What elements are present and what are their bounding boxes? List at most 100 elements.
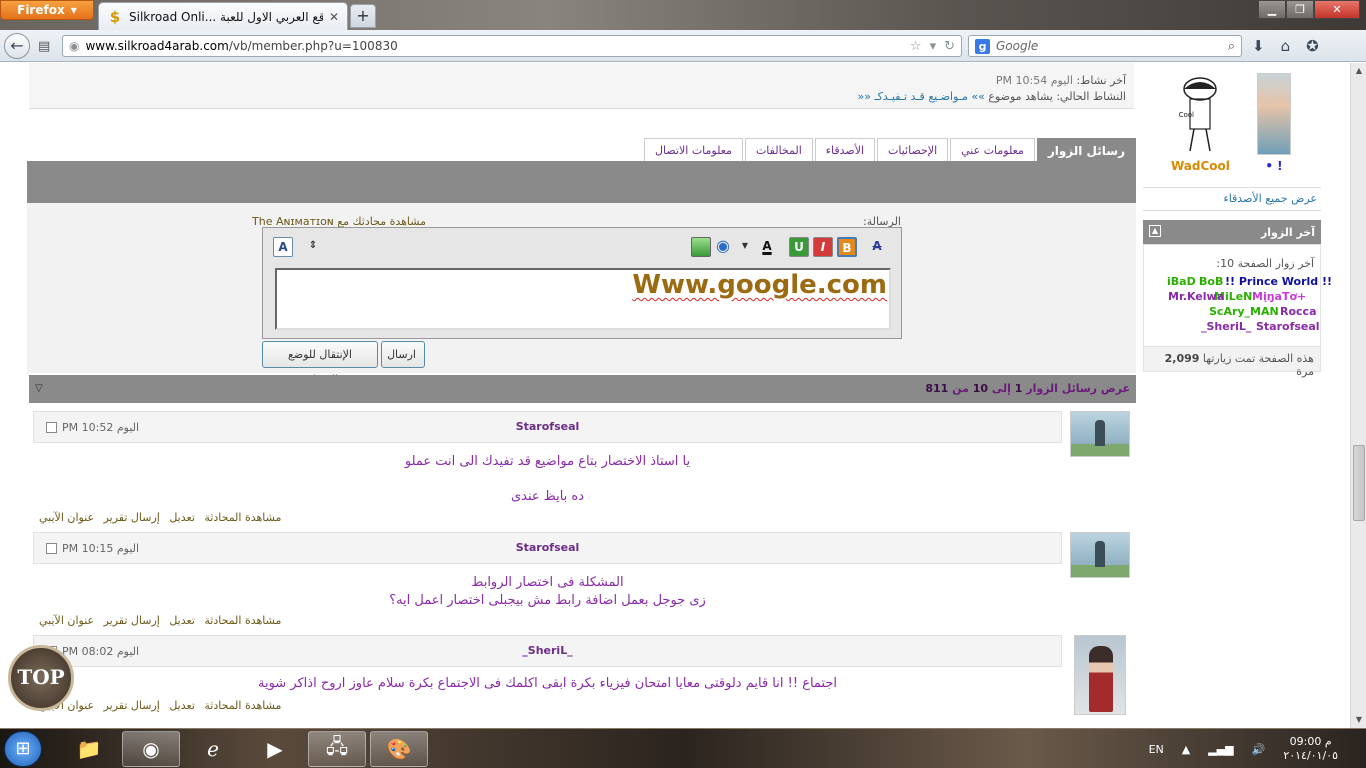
minimize-icon[interactable]: ▁: [1258, 0, 1286, 19]
reload-icon[interactable]: ↻: [944, 39, 955, 54]
edit-action[interactable]: تعديل: [169, 614, 195, 627]
message-textarea[interactable]: Www.google.com: [275, 268, 891, 330]
advanced-mode-button[interactable]: الإنتقال للوضع المتطور: [262, 341, 378, 386]
friends-box: Cool WadCool ! •: [1143, 63, 1321, 185]
ip-address-action[interactable]: عنوان الآيبي: [39, 614, 94, 627]
friend-name[interactable]: WadCool: [1171, 159, 1230, 173]
firefox-task-icon[interactable]: ◉: [122, 731, 180, 767]
view-all-friends-link[interactable]: عرض جميع الأصدقاء: [1143, 187, 1321, 211]
insert-link-globe-icon[interactable]: ◉: [713, 237, 733, 257]
page-visit-count: هذه الصفحة تمت زيارتها 2,099 مرة: [1143, 346, 1321, 378]
language-indicator[interactable]: EN: [1149, 743, 1164, 756]
send-button[interactable]: ارسال: [381, 341, 425, 368]
svg-text:Cool: Cool: [1179, 111, 1194, 119]
close-tab-icon[interactable]: ✕: [329, 10, 339, 24]
avatar[interactable]: [1070, 411, 1130, 457]
current-activity-link[interactable]: »» مـواضـيع قـد تـفيـدكـ ««: [857, 90, 984, 103]
message-line: ده بايظ عندى: [510, 489, 585, 504]
friend-avatar[interactable]: [1257, 73, 1291, 155]
downloads-icon[interactable]: ⬇: [1252, 37, 1265, 55]
network-signal-icon[interactable]: ▂▄▆: [1208, 743, 1233, 756]
visitor-link[interactable]: !! Prince World !!: [1225, 275, 1332, 288]
friend-item[interactable]: ! •: [1257, 73, 1291, 173]
font-color-icon[interactable]: A: [757, 237, 777, 257]
bookmarks-menu-icon[interactable]: ✪: [1306, 37, 1319, 55]
friend-item[interactable]: Cool WadCool: [1171, 73, 1230, 173]
visitor-link[interactable]: ScAry_MAN: [1209, 305, 1279, 318]
friend-avatar[interactable]: Cool: [1176, 73, 1225, 155]
tab-statistics[interactable]: الإحصائيات: [877, 138, 949, 162]
message-body: المشكلة فى اختصار الروابط زى جوجل بعمل ا…: [33, 574, 1062, 610]
scrollbar-thumb[interactable]: [1353, 445, 1365, 521]
report-action[interactable]: إرسال تقرير: [104, 511, 160, 524]
firefox-menu-button[interactable]: Firefox ▼: [0, 0, 94, 20]
visitor-link[interactable]: BoB: [1199, 275, 1223, 288]
avatar[interactable]: [1070, 532, 1130, 578]
search-bar[interactable]: g Google ⌕: [968, 35, 1242, 57]
tab-contact-info[interactable]: معلومات الاتصال: [644, 138, 743, 162]
edit-action[interactable]: تعديل: [169, 699, 195, 712]
message-author[interactable]: Starofseal: [34, 541, 1061, 554]
maximize-icon[interactable]: ❐: [1286, 0, 1314, 19]
friend-name[interactable]: ! •: [1257, 159, 1291, 173]
bookmarks-toggle-icon[interactable]: ▤: [38, 39, 50, 54]
color-dropdown-icon[interactable]: ▼: [735, 237, 755, 257]
ie-task-icon[interactable]: ℯ: [184, 731, 242, 767]
select-checkbox[interactable]: [46, 543, 57, 554]
visitor-link[interactable]: Starofseal: [1256, 320, 1320, 333]
home-icon[interactable]: ⌂: [1281, 37, 1291, 55]
bookmark-star-icon[interactable]: ☆: [910, 39, 922, 54]
tab-infractions[interactable]: المخالفات: [744, 138, 813, 162]
back-button[interactable]: ←: [4, 33, 30, 59]
new-tab-button[interactable]: +: [350, 4, 376, 28]
view-conversation-action[interactable]: مشاهدة المحادثة: [204, 511, 281, 524]
explorer-task-icon[interactable]: 📁: [60, 731, 118, 767]
visitor-link[interactable]: Mr.Kelwa: [1168, 290, 1224, 303]
report-action[interactable]: إرسال تقرير: [104, 614, 160, 627]
view-conversation-action[interactable]: مشاهدة المحادثة: [204, 699, 281, 712]
visitor-link[interactable]: Rocca: [1280, 305, 1317, 318]
message-author[interactable]: _SheriL_: [34, 644, 1061, 657]
resize-editor-icon[interactable]: ⇕: [303, 237, 323, 257]
remove-format-icon[interactable]: A: [867, 237, 887, 257]
search-icon[interactable]: ⌕: [1228, 39, 1235, 54]
italic-icon[interactable]: I: [813, 237, 833, 257]
close-window-icon[interactable]: ✕: [1314, 0, 1360, 19]
google-engine-icon[interactable]: g: [975, 38, 990, 54]
tab-visitor-messages[interactable]: رسائل الزوار: [1036, 138, 1136, 162]
media-player-task-icon[interactable]: ▶: [246, 731, 304, 767]
switch-editor-mode-icon[interactable]: A: [273, 237, 293, 257]
collapse-icon[interactable]: ▲: [1149, 225, 1161, 237]
insert-image-icon[interactable]: [691, 237, 711, 257]
tray-expand-icon[interactable]: ▲: [1182, 743, 1190, 756]
tab-friends[interactable]: الأصدقاء: [814, 138, 876, 162]
recent-visitors-header: آخر الزوار ▲: [1143, 220, 1321, 244]
clock[interactable]: 09:00 م ٢٠١٤/٠١/٠٥: [1283, 735, 1338, 763]
browser-tab-active[interactable]: $ Silkroad Onli... الموقع العربي الاول ل…: [98, 2, 348, 30]
underline-icon[interactable]: U: [789, 237, 809, 257]
visitor-link[interactable]: _SheriL_: [1201, 320, 1251, 333]
network-task-icon[interactable]: 🖧: [308, 731, 366, 767]
url-text[interactable]: www.silkroad4arab.com/vb/member.php?u=10…: [85, 39, 903, 53]
volume-icon[interactable]: 🔊: [1252, 743, 1266, 756]
back-to-top-button[interactable]: TOP: [8, 645, 74, 711]
report-action[interactable]: إرسال تقرير: [104, 699, 160, 712]
edit-action[interactable]: تعديل: [169, 511, 195, 524]
collapse-arrow-icon[interactable]: ▽: [35, 383, 43, 394]
search-input[interactable]: Google: [996, 39, 1222, 53]
paint-task-icon[interactable]: 🎨: [370, 731, 428, 767]
message-author[interactable]: Starofseal: [34, 420, 1061, 433]
bold-icon[interactable]: B: [837, 237, 857, 257]
scroll-down-icon[interactable]: ▼: [1351, 712, 1366, 728]
select-checkbox[interactable]: [46, 422, 57, 433]
history-dropdown-icon[interactable]: ▾: [930, 39, 937, 54]
view-conversation-action[interactable]: مشاهدة المحادثة: [204, 614, 281, 627]
visitor-link[interactable]: +MįŋaTơ: [1252, 290, 1306, 303]
address-bar[interactable]: ◉ www.silkroad4arab.com/vb/member.php?u=…: [62, 35, 962, 57]
ip-address-action[interactable]: عنوان الآيبي: [39, 511, 94, 524]
page-scrollbar[interactable]: ▲ ▼: [1350, 63, 1366, 728]
scroll-up-icon[interactable]: ▲: [1351, 63, 1366, 79]
start-button[interactable]: ⊞: [4, 731, 42, 767]
tab-about-me[interactable]: معلومات عني: [950, 138, 1035, 162]
visitor-link[interactable]: iBaD: [1167, 275, 1196, 288]
